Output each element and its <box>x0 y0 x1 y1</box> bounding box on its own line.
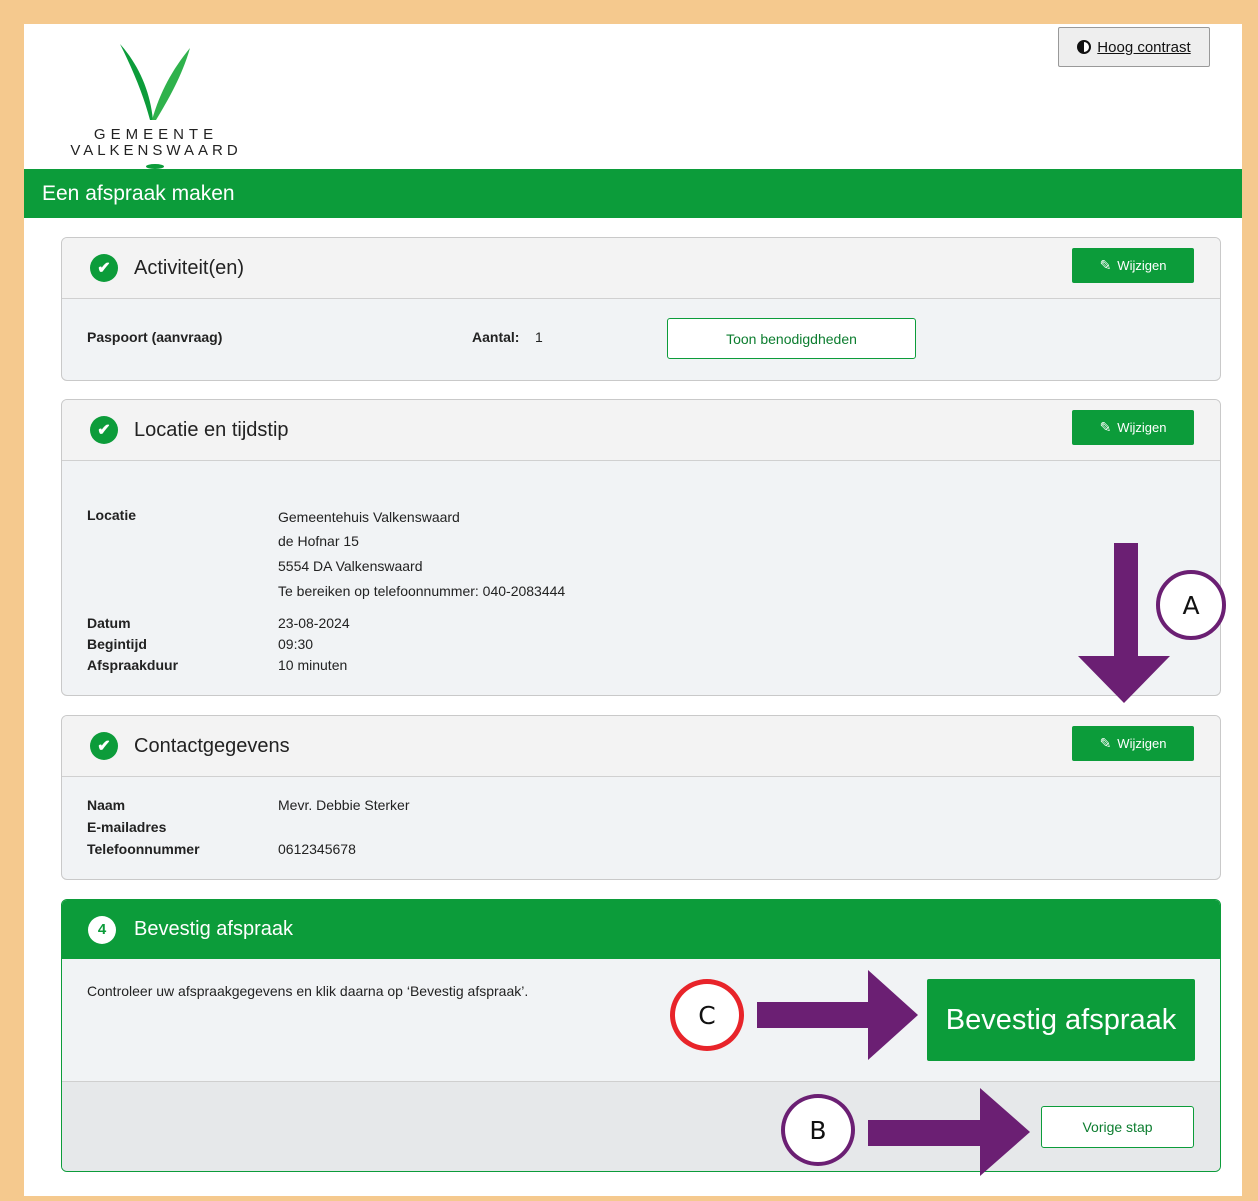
confirm-panel: 4 Bevestig afspraak Controleer uw afspra… <box>61 899 1221 1172</box>
page-title: Een afspraak maken <box>24 169 1242 218</box>
activities-title: Activiteit(en) <box>134 256 245 279</box>
pencil-icon: ✎ <box>1099 419 1112 435</box>
pencil-icon: ✎ <box>1099 735 1112 751</box>
page-frame: GEMEENTE VALKENSWAARD Hoog contrast Een … <box>24 24 1242 1196</box>
high-contrast-button[interactable]: Hoog contrast <box>1058 27 1210 67</box>
confirm-panel-footer: Vorige stap <box>62 1081 1220 1171</box>
step-number-badge: 4 <box>88 915 116 944</box>
duration-value: 10 minuten <box>278 657 348 673</box>
name-label: Naam <box>87 797 126 813</box>
count-value: 1 <box>535 329 543 345</box>
contrast-icon <box>1077 40 1092 54</box>
start-time-label: Begintijd <box>87 636 147 652</box>
count-label: Aantal: <box>472 329 520 345</box>
edit-contact-button[interactable]: ✎ Wijzigen <box>1072 726 1194 761</box>
contact-title: Contactgegevens <box>134 734 290 757</box>
confirm-appointment-button[interactable]: Bevestig afspraak <box>927 979 1195 1061</box>
address-line: Gemeentehuis Valkenswaard <box>278 509 460 525</box>
previous-step-button[interactable]: Vorige stap <box>1041 1106 1194 1148</box>
annotation-circle-b: B <box>781 1094 855 1166</box>
phone-value: 0612345678 <box>278 841 356 857</box>
edit-location-button[interactable]: ✎ Wijzigen <box>1072 410 1194 445</box>
edit-label: Wijzigen <box>1117 258 1167 273</box>
location-panel-body: Locatie Gemeentehuis Valkenswaard de Hof… <box>62 461 1220 695</box>
activity-name: Paspoort (aanvraag) <box>87 329 223 345</box>
logo-text-line2: VALKENSWAARD <box>70 142 242 159</box>
phone-label: Telefoonnummer <box>87 841 200 857</box>
contact-panel: ✔ Contactgegevens ✎ Wijzigen Naam Mevr. … <box>61 715 1221 880</box>
logo-text-line1: GEMEENTE <box>93 126 219 143</box>
confirm-title: Bevestig afspraak <box>134 918 293 940</box>
start-time-value: 09:30 <box>278 636 314 652</box>
logo-leaf-icon <box>120 44 190 120</box>
date-value: 23-08-2024 <box>278 615 350 631</box>
address-line: 5554 DA Valkenswaard <box>278 558 423 574</box>
email-label: E-mailadres <box>87 819 167 835</box>
location-panel: ✔ Locatie en tijdstip ✎ Wijzigen Locatie… <box>61 399 1221 696</box>
date-label: Datum <box>87 615 131 631</box>
confirm-panel-header: 4 Bevestig afspraak <box>62 900 1220 959</box>
edit-label: Wijzigen <box>1117 736 1167 751</box>
location-label: Locatie <box>87 507 137 523</box>
confirm-panel-body: Controleer uw afspraakgegevens en klik d… <box>62 959 1220 1070</box>
municipality-logo: GEMEENTE VALKENSWAARD <box>60 42 260 172</box>
edit-activities-button[interactable]: ✎ Wijzigen <box>1072 248 1194 283</box>
confirm-instruction: Controleer uw afspraakgegevens en klik d… <box>87 983 529 999</box>
address-line: de Hofnar 15 <box>278 533 359 549</box>
contact-panel-body: Naam Mevr. Debbie Sterker E-mailadres Te… <box>62 777 1220 879</box>
activities-panel-body: Paspoort (aanvraag) Aantal: 1 Toon benod… <box>62 299 1220 380</box>
location-title: Locatie en tijdstip <box>134 418 289 441</box>
location-panel-header: ✔ Locatie en tijdstip ✎ Wijzigen <box>62 400 1220 461</box>
contact-panel-header: ✔ Contactgegevens ✎ Wijzigen <box>62 716 1220 777</box>
show-requirements-button[interactable]: Toon benodigdheden <box>667 318 916 359</box>
check-icon: ✔ <box>90 732 118 760</box>
activities-panel-header: ✔ Activiteit(en) ✎ Wijzigen <box>62 238 1220 299</box>
pencil-icon: ✎ <box>1099 257 1112 273</box>
high-contrast-label: Hoog contrast <box>1097 38 1191 56</box>
check-icon: ✔ <box>90 254 118 282</box>
activities-panel: ✔ Activiteit(en) ✎ Wijzigen Paspoort (aa… <box>61 237 1221 381</box>
address-line: Te bereiken op telefoonnummer: 040-20834… <box>278 583 566 599</box>
edit-label: Wijzigen <box>1117 420 1167 435</box>
annotation-circle-c: C <box>670 979 744 1051</box>
annotation-circle-a: A <box>1156 570 1226 640</box>
check-icon: ✔ <box>90 416 118 444</box>
duration-label: Afspraakduur <box>87 657 179 673</box>
name-value: Mevr. Debbie Sterker <box>278 797 410 813</box>
